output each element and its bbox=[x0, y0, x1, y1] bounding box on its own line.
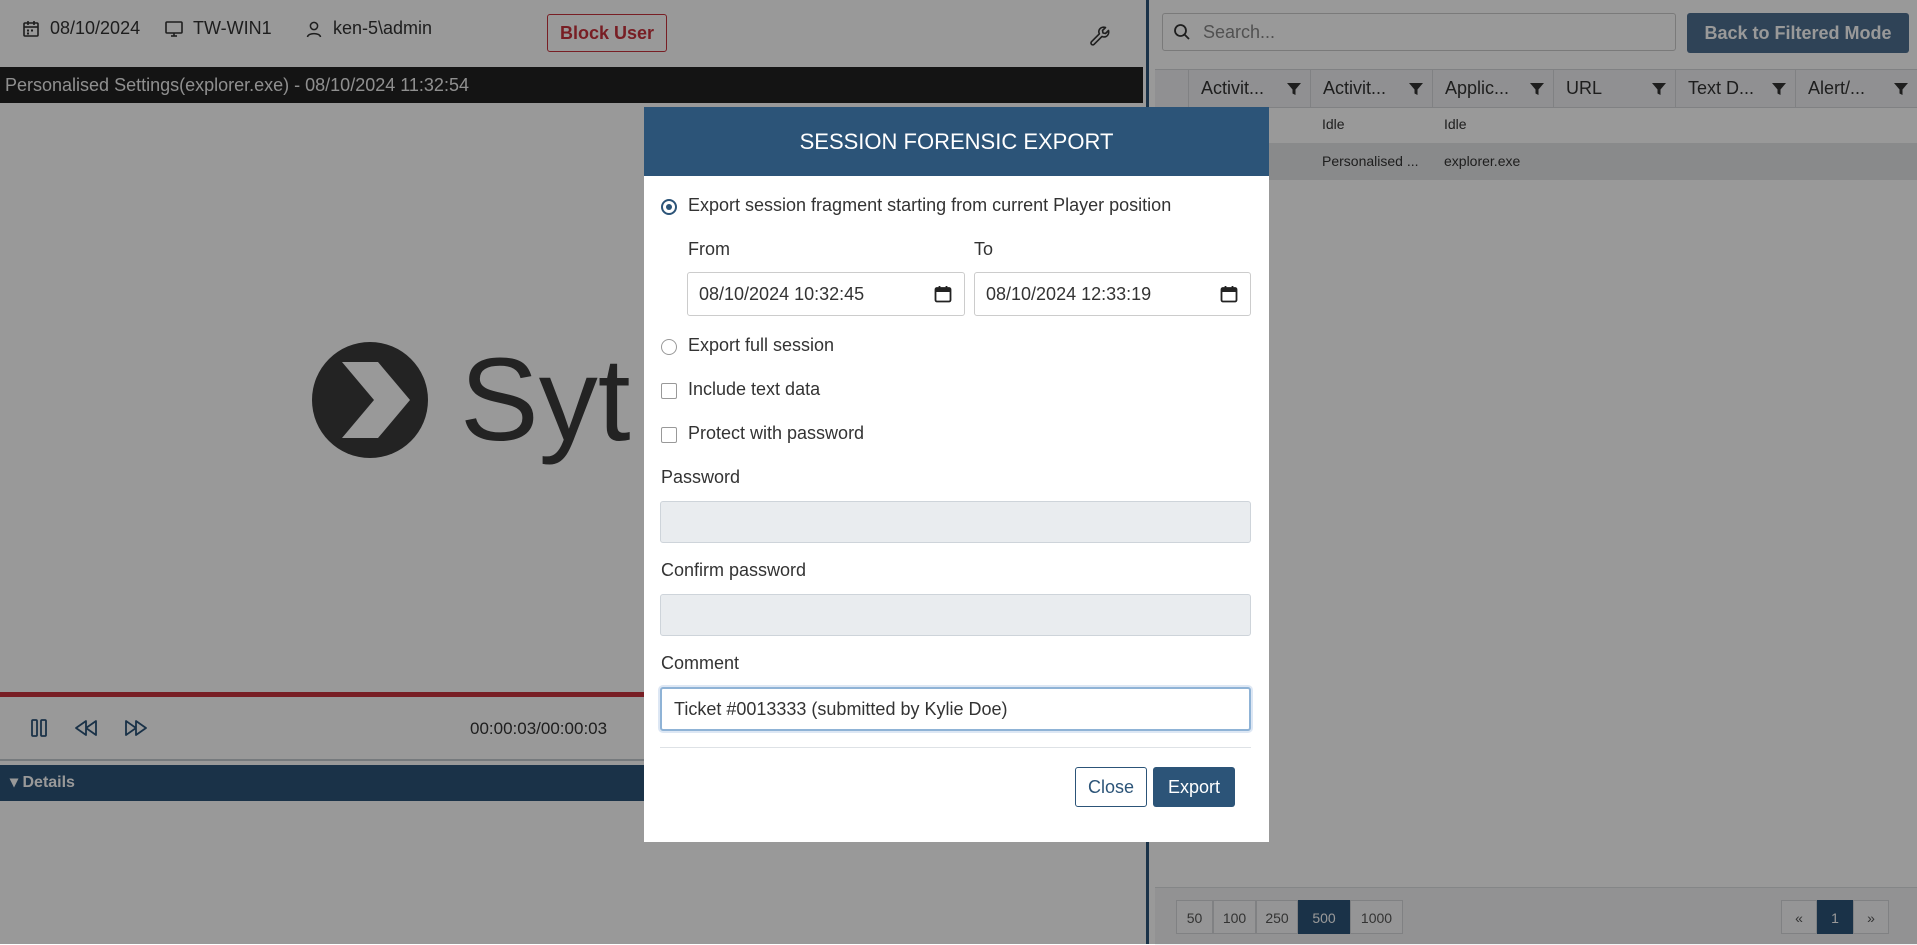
calendar-icon[interactable] bbox=[1220, 285, 1238, 303]
from-label: From bbox=[688, 239, 730, 259]
dialog-divider bbox=[660, 747, 1251, 748]
export-full-session-radio[interactable] bbox=[661, 339, 677, 355]
confirm-password-label: Confirm password bbox=[661, 560, 807, 580]
password-label: Password bbox=[661, 467, 741, 487]
password-field[interactable] bbox=[660, 501, 1251, 543]
protect-password-checkbox[interactable] bbox=[661, 427, 677, 443]
include-text-data-checkbox[interactable] bbox=[661, 383, 677, 399]
include-text-data-label[interactable]: Include text data bbox=[688, 379, 820, 400]
comment-label: Comment bbox=[661, 653, 740, 673]
to-date-value: 08/10/2024 12:33:19 bbox=[986, 284, 1152, 304]
to-label: To bbox=[974, 239, 994, 259]
session-forensic-export-dialog: SESSION FORENSIC EXPORT Export session f… bbox=[644, 107, 1269, 842]
dialog-title: SESSION FORENSIC EXPORT bbox=[644, 107, 1269, 176]
from-date-value: 08/10/2024 10:32:45 bbox=[699, 284, 865, 304]
export-fragment-radio[interactable] bbox=[661, 199, 677, 215]
close-button[interactable]: Close bbox=[1075, 767, 1147, 807]
calendar-icon[interactable] bbox=[934, 285, 952, 303]
from-date-input[interactable]: 08/10/2024 10:32:45 bbox=[687, 272, 965, 316]
comment-input[interactable]: Ticket #0013333 (submitted by Kylie Doe) bbox=[660, 687, 1251, 731]
confirm-password-field[interactable] bbox=[660, 594, 1251, 636]
export-button[interactable]: Export bbox=[1153, 767, 1235, 807]
export-full-session-label[interactable]: Export full session bbox=[688, 335, 834, 356]
comment-value: Ticket #0013333 (submitted by Kylie Doe) bbox=[674, 699, 1008, 719]
export-fragment-label[interactable]: Export session fragment starting from cu… bbox=[688, 195, 1171, 216]
to-date-input[interactable]: 08/10/2024 12:33:19 bbox=[974, 272, 1251, 316]
protect-password-label[interactable]: Protect with password bbox=[688, 423, 864, 444]
